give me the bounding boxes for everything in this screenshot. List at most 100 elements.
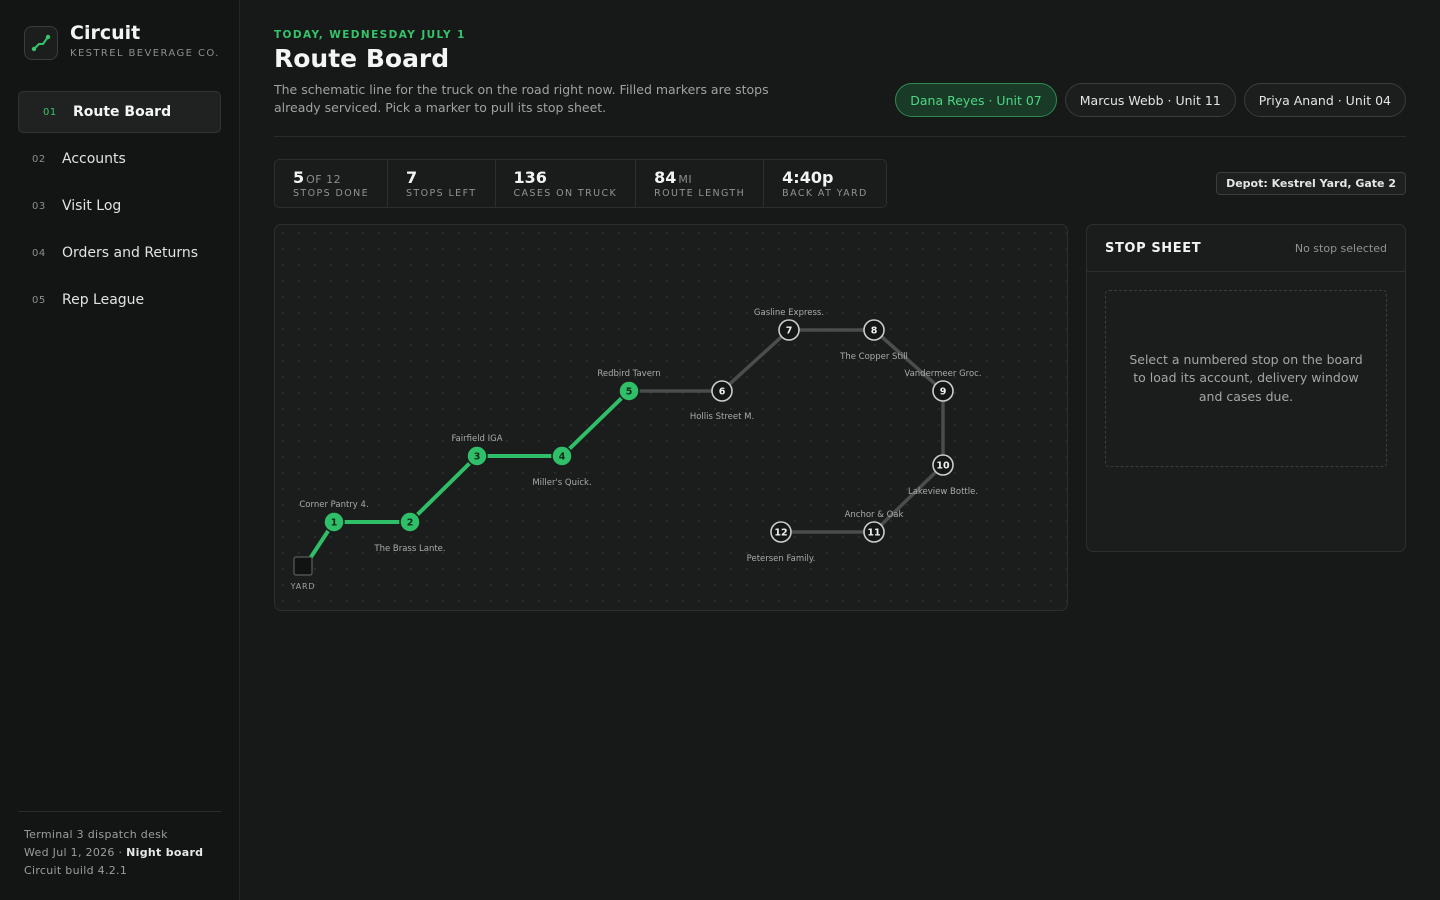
footer-date: Wed Jul 1, 2026 · (24, 846, 127, 859)
yard-label: YARD (290, 582, 316, 591)
stop-name-label: Gasline Express. (754, 308, 824, 318)
stop-number: 4 (559, 452, 566, 463)
driver-pill-dana-reyes[interactable]: Dana Reyes · Unit 07 (895, 83, 1057, 117)
nav-label: Orders and Returns (62, 245, 199, 261)
stop-number: 11 (867, 528, 880, 539)
driver-pill-marcus-webb[interactable]: Marcus Webb · Unit 11 (1064, 83, 1236, 117)
brand-name: Circuit (70, 22, 141, 44)
header-divider (274, 136, 1406, 137)
route-icon (24, 26, 58, 60)
nav-number: 02 (32, 153, 46, 165)
stop-number: 3 (474, 452, 481, 463)
stat-label: STOPS DONE (293, 188, 369, 199)
stop-number: 9 (940, 387, 947, 398)
stop-marker-4[interactable]: 4 (551, 445, 573, 467)
stat-back-at-yard: 4:40p BACK AT YARD (764, 160, 886, 207)
board-mode: Night board (126, 846, 204, 859)
stat-label: CASES ON TRUCK (513, 188, 618, 199)
date-eyebrow: TODAY, WEDNESDAY JULY 1 (274, 29, 466, 41)
stat-route-length: 84 MI ROUTE LENGTH (636, 160, 765, 207)
route-segment (720, 328, 791, 393)
nav-number: 05 (32, 294, 46, 306)
yard-marker[interactable] (293, 556, 313, 576)
stop-name-label: Vandermeer Groc. (904, 369, 981, 379)
stat-label: STOPS LEFT (406, 188, 477, 199)
stat-stops-left: 7 STOPS LEFT (388, 160, 496, 207)
stop-marker-12[interactable]: 12 (770, 521, 792, 543)
driver-selector: Dana Reyes · Unit 07 Marcus Webb · Unit … (895, 83, 1406, 117)
nav-item-orders-returns[interactable]: 04 Orders and Returns (18, 232, 221, 274)
stop-marker-1[interactable]: 1 (323, 511, 345, 533)
terminal-label: Terminal 3 dispatch desk (24, 828, 168, 841)
nav-number: 04 (32, 247, 46, 259)
stop-marker-9[interactable]: 9 (932, 380, 954, 402)
sidebar-footer: Terminal 3 dispatch desk Wed Jul 1, 2026… (18, 811, 221, 880)
brand: Circuit KESTREL BEVERAGE CO. (24, 22, 220, 60)
route-segment (408, 454, 479, 524)
nav-item-accounts[interactable]: 02 Accounts (18, 138, 221, 180)
stop-number: 6 (719, 387, 726, 398)
stop-number: 10 (936, 461, 950, 472)
stop-marker-11[interactable]: 11 (863, 521, 885, 543)
stop-name-label: The Copper Still (839, 352, 908, 362)
stop-marker-10[interactable]: 10 (932, 454, 954, 476)
page-description: The schematic line for the truck on the … (274, 82, 769, 115)
stat-unit: OF 12 (306, 173, 342, 186)
sidebar: Circuit KESTREL BEVERAGE CO. 01 Route Bo… (0, 0, 240, 900)
stop-marker-5[interactable]: 5 (618, 380, 640, 402)
stop-number: 8 (871, 326, 878, 337)
nav-label: Accounts (62, 151, 126, 167)
stat-label: BACK AT YARD (782, 188, 868, 199)
build-label: Circuit build 4.2.1 (24, 864, 128, 877)
stop-marker-6[interactable]: 6 (711, 380, 733, 402)
route-segment (560, 389, 631, 458)
stop-marker-2[interactable]: 2 (399, 511, 421, 533)
stop-sheet-title: STOP SHEET (1105, 240, 1202, 256)
stop-name-label: The Brass Lante. (373, 544, 445, 554)
stat-cases-on-truck: 136 CASES ON TRUCK (496, 160, 637, 207)
stop-name-label: Miller's Quick. (532, 478, 591, 488)
stop-number: 1 (331, 518, 338, 529)
stop-sheet-status: No stop selected (1294, 241, 1387, 255)
route-stats: 5 OF 12 STOPS DONE 7 STOPS LEFT 136 CASES… (274, 159, 887, 208)
driver-pill-priya-anand[interactable]: Priya Anand · Unit 04 (1243, 83, 1406, 117)
stop-sheet-panel: STOP SHEET No stop selected Select a num… (1086, 224, 1406, 552)
stop-sheet-header: STOP SHEET No stop selected (1087, 225, 1405, 272)
stat-value: 84 (654, 168, 677, 187)
stop-number: 5 (626, 387, 633, 398)
nav-item-visit-log[interactable]: 03 Visit Log (18, 185, 221, 227)
route-board: YARD 1 Corner Pantry 4. 2 The Brass Lante. 3 F… (274, 224, 1068, 611)
stop-name-label: Hollis Street M. (690, 412, 754, 422)
stop-name-label: Anchor & Oak (845, 510, 904, 520)
stop-name-label: Fairfield IGA (451, 434, 502, 444)
nav-label: Route Board (73, 104, 172, 120)
date-line: Wed Jul 1, 2026 · Night board (24, 844, 221, 862)
depot-badge: Depot: Kestrel Yard, Gate 2 (1216, 172, 1406, 195)
stop-name-label: Petersen Family. (747, 554, 816, 564)
stop-name-label: Redbird Tavern (597, 369, 660, 379)
stat-label: ROUTE LENGTH (654, 188, 746, 199)
route-segment (872, 463, 945, 534)
nav-item-rep-league[interactable]: 05 Rep League (18, 279, 221, 321)
stop-marker-3[interactable]: 3 (466, 445, 488, 467)
stat-unit: MI (678, 173, 693, 186)
nav-number: 01 (43, 106, 57, 118)
stop-marker-8[interactable]: 8 (863, 319, 885, 341)
stat-value: 4:40p (782, 168, 834, 187)
stat-value: 5 (293, 168, 305, 187)
page-title: Route Board (274, 44, 450, 73)
stat-stops-done: 5 OF 12 STOPS DONE (275, 160, 388, 207)
stop-sheet-empty-state: Select a numbered stop on the board to l… (1105, 290, 1387, 467)
stop-name-label: Lakeview Bottle. (908, 487, 978, 497)
nav-label: Visit Log (62, 198, 122, 214)
brand-subtitle: KESTREL BEVERAGE CO. (70, 48, 220, 59)
route-schematic: YARD 1 Corner Pantry 4. 2 The Brass Lante. 3 F… (290, 308, 982, 591)
stop-number: 12 (774, 528, 787, 539)
stop-marker-7[interactable]: 7 (778, 319, 800, 341)
stop-name-label: Corner Pantry 4. (299, 500, 368, 510)
nav-number: 03 (32, 200, 46, 212)
main-nav: 01 Route Board 02 Accounts 03 Visit Log … (18, 91, 221, 326)
nav-item-route-board[interactable]: 01 Route Board (18, 91, 221, 133)
stop-number: 7 (786, 326, 793, 337)
stat-value: 7 (406, 168, 418, 187)
